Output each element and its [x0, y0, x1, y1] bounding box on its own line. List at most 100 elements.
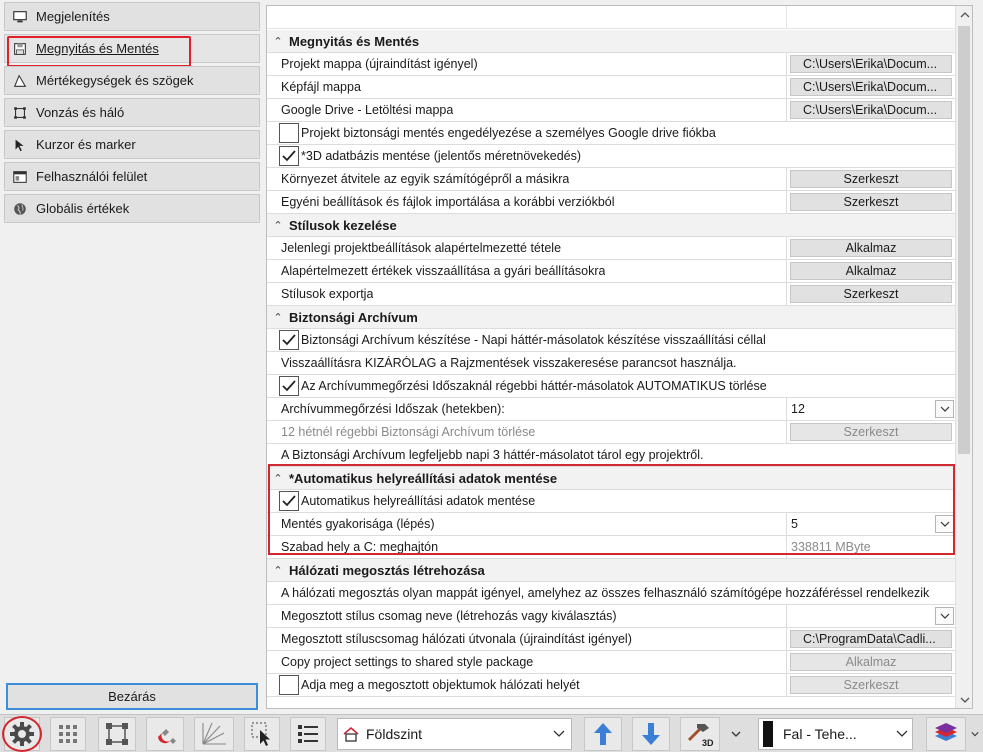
row-label: Megosztott stílus csomag neve (létrehozá…	[281, 609, 617, 623]
retention-select[interactable]: 12	[787, 398, 956, 420]
section-title: Megnyitás és Mentés	[289, 33, 420, 49]
row-gdrive-folder: Google Drive - Letöltési mappa C:\Users\…	[267, 99, 955, 122]
frequency-select[interactable]: 5	[787, 513, 956, 535]
chevron-down-icon[interactable]	[890, 718, 914, 750]
set-default-apply-button[interactable]: Alkalmaz	[790, 239, 952, 257]
magnet-snap-button[interactable]	[146, 717, 184, 751]
info-text: Visszaállításra KIZÁRÓLAG a Rajzmentések…	[281, 356, 737, 370]
wall-type-name: Fal - Tehe...	[783, 726, 857, 742]
build-options-chevron-icon[interactable]	[726, 718, 746, 750]
copy-settings-apply-button[interactable]: Alkalmaz	[790, 653, 952, 671]
nav-item-snap-grid[interactable]: Vonzás és háló	[4, 98, 260, 127]
scroll-down-icon[interactable]	[956, 691, 972, 708]
section-header-styles[interactable]: ⌃ Stílusok kezelése	[267, 214, 955, 237]
row-label: Biztonsági Archívum készítése - Napi hát…	[301, 333, 766, 347]
layers-chevron-icon[interactable]	[968, 718, 982, 750]
nav-item-user-interface[interactable]: Felhasználói felület	[4, 162, 260, 191]
row-label: Automatikus helyreállítási adatok mentés…	[301, 494, 536, 508]
snap-object-button[interactable]	[98, 717, 136, 751]
grid-button[interactable]	[50, 717, 86, 751]
svg-text:3D: 3D	[702, 738, 714, 748]
chevron-down-icon[interactable]	[935, 515, 954, 533]
scroll-up-icon[interactable]	[956, 6, 972, 23]
row-object-path: Adja meg a megosztott objektumok hálózat…	[267, 674, 955, 697]
layer-down-button[interactable]	[632, 717, 670, 751]
collapse-chevron-icon: ⌃	[273, 219, 283, 232]
select-pointer-button[interactable]	[244, 717, 280, 751]
row-label: Környezet átvitele az egyik számítógéprő…	[281, 172, 570, 186]
row-restore-factory: Alapértelmezett értékek visszaállítása a…	[267, 260, 955, 283]
row-label: Jelenlegi projektbeállítások alapértelme…	[281, 241, 562, 255]
package-name-select[interactable]	[787, 605, 956, 627]
row-save-3d: *3D adatbázis mentése (jelentős méretnöv…	[267, 145, 955, 168]
row-export-styles: Stílusok exportja Szerkeszt	[267, 283, 955, 306]
bottom-toolbar: Földszint 3D Fal - Tehe...	[0, 714, 983, 752]
chevron-down-icon[interactable]	[935, 400, 954, 418]
hammer-3d-icon: 3D	[687, 724, 714, 748]
grid-header-strip	[267, 6, 955, 29]
wall-swatch	[763, 721, 773, 747]
section-header-network[interactable]: ⌃ Hálózati megosztás létrehozása	[267, 559, 955, 582]
layer-selector[interactable]: Földszint	[337, 718, 572, 750]
floppy-icon	[11, 40, 29, 58]
build-3d-button[interactable]: 3D	[680, 717, 720, 751]
layers-stack-icon	[935, 723, 957, 741]
save-3d-checkbox[interactable]	[279, 146, 299, 166]
globe-icon	[11, 200, 29, 218]
delete-older-edit-button[interactable]: Szerkeszt	[790, 423, 952, 441]
settings-property-grid: ⌃ Megnyitás és Mentés Projekt mappa (újr…	[266, 5, 973, 709]
list-view-button[interactable]	[290, 717, 326, 751]
env-transfer-edit-button[interactable]: Szerkeszt	[790, 170, 952, 188]
settings-button[interactable]	[4, 717, 40, 751]
row-create-backup: Biztonsági Archívum készítése - Napi hát…	[267, 329, 955, 352]
layer-up-button[interactable]	[584, 717, 622, 751]
settings-nav-list: Megjelenítés Megnyitás és Mentés Mértéke…	[4, 2, 260, 226]
layers-stack-button[interactable]	[926, 717, 966, 751]
nav-item-label: Megnyitás és Mentés	[36, 41, 159, 56]
section-title: Hálózati megosztás létrehozása	[289, 562, 485, 578]
row-gdrive-backup: Projekt biztonsági mentés engedélyezése …	[267, 122, 955, 145]
chevron-down-icon[interactable]	[547, 718, 571, 750]
row-label: Megosztott stíluscsomag hálózati útvonal…	[281, 632, 632, 646]
section-header-autosave[interactable]: ⌃ *Automatikus helyreállítási adatok men…	[267, 467, 955, 490]
nav-item-label: Megjelenítés	[36, 9, 110, 24]
section-header-backup[interactable]: ⌃ Biztonsági Archívum	[267, 306, 955, 329]
nav-item-cursor-marker[interactable]: Kurzor és marker	[4, 130, 260, 159]
package-path-button[interactable]: C:\ProgramData\Cadli...	[790, 630, 952, 648]
arrow-up-icon	[594, 723, 612, 745]
autosave-checkbox[interactable]	[279, 491, 299, 511]
vertical-scrollbar[interactable]	[955, 6, 972, 708]
nav-item-units-angles[interactable]: Mértékegységek és szögek	[4, 66, 260, 95]
row-retention: Archívummegőrzési Időszak (hetekben): 12	[267, 398, 955, 421]
close-button[interactable]: Bezárás	[6, 683, 258, 710]
import-settings-edit-button[interactable]: Szerkeszt	[790, 193, 952, 211]
nav-item-global-values[interactable]: Globális értékek	[4, 194, 260, 223]
row-label: *3D adatbázis mentése (jelentős méretnöv…	[301, 149, 582, 163]
auto-delete-checkbox[interactable]	[279, 376, 299, 396]
collapse-chevron-icon: ⌃	[273, 472, 283, 485]
nav-item-open-save[interactable]: Megnyitás és Mentés	[4, 34, 260, 67]
create-backup-checkbox[interactable]	[279, 330, 299, 350]
section-header-open-save[interactable]: ⌃ Megnyitás és Mentés	[267, 30, 955, 53]
nav-item-label: Mértékegységek és szögek	[36, 73, 194, 88]
export-styles-edit-button[interactable]: Szerkeszt	[790, 285, 952, 303]
gdrive-backup-checkbox[interactable]	[279, 123, 299, 143]
row-copy-settings: Copy project settings to shared style pa…	[267, 651, 955, 674]
angle-snap-button[interactable]	[194, 717, 234, 751]
chevron-down-icon[interactable]	[935, 607, 954, 625]
checkmark-icon	[282, 380, 296, 392]
object-path-checkbox[interactable]	[279, 675, 299, 695]
scrollbar-thumb[interactable]	[958, 26, 970, 454]
house-floor-icon	[343, 727, 359, 742]
gdrive-folder-button[interactable]: C:\Users\Erika\Docum...	[790, 101, 952, 119]
restore-factory-apply-button[interactable]: Alkalmaz	[790, 262, 952, 280]
object-path-edit-button[interactable]: Szerkeszt	[790, 676, 952, 694]
row-label: Alapértelmezett értékek visszaállítása a…	[281, 264, 606, 278]
row-label: Projekt biztonsági mentés engedélyezése …	[301, 126, 716, 140]
nav-item-display[interactable]: Megjelenítés	[4, 2, 260, 31]
project-folder-button[interactable]: C:\Users\Erika\Docum...	[790, 55, 952, 73]
collapse-chevron-icon: ⌃	[273, 35, 283, 48]
row-label: Egyéni beállítások és fájlok importálása…	[281, 195, 615, 209]
info-text: A hálózati megosztás olyan mappát igénye…	[281, 586, 930, 600]
image-folder-button[interactable]: C:\Users\Erika\Docum...	[790, 78, 952, 96]
